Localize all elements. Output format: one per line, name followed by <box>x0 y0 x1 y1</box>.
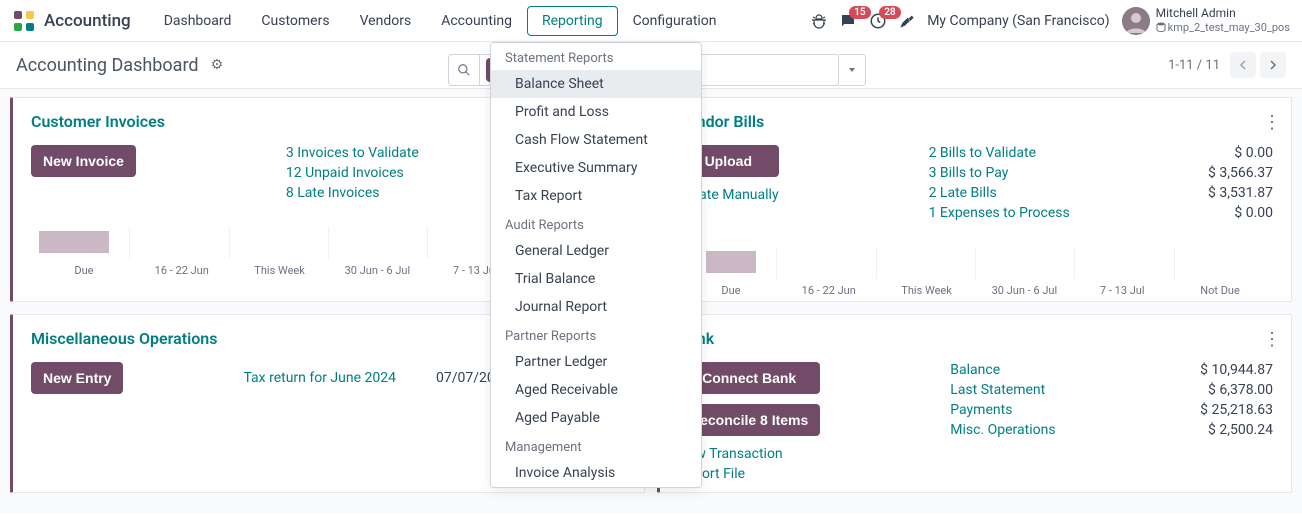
value: $ 0.00 <box>1208 205 1273 221</box>
dd-item-general-ledger[interactable]: General Ledger <box>491 237 701 265</box>
label-balance[interactable]: Balance <box>950 362 1055 378</box>
user-db: kmp_2_test_may_30_pos <box>1156 21 1290 34</box>
link-bills-validate[interactable]: 2 Bills to Validate <box>929 145 1070 161</box>
pager-prev[interactable] <box>1230 52 1256 78</box>
dd-item-exec-summary[interactable]: Executive Summary <box>491 154 701 182</box>
label-last-statement[interactable]: Last Statement <box>950 382 1055 398</box>
link-expenses[interactable]: 1 Expenses to Process <box>929 205 1070 221</box>
messages-badge: 15 <box>849 6 870 19</box>
new-invoice-button[interactable]: New Invoice <box>31 145 136 177</box>
app-name[interactable]: Accounting <box>44 11 131 31</box>
value: $ 2,500.24 <box>1200 422 1273 438</box>
search-icon <box>457 63 471 77</box>
dd-item-balance-sheet[interactable]: Balance Sheet <box>491 70 701 98</box>
value: $ 0.00 <box>1208 145 1273 161</box>
chevron-right-icon <box>1268 60 1278 70</box>
link-unpaid-invoices[interactable]: 12 Unpaid Invoices <box>286 165 419 181</box>
database-icon <box>1156 22 1166 32</box>
dd-item-profit-loss[interactable]: Profit and Loss <box>491 98 701 126</box>
messages-icon[interactable]: 15 <box>839 12 857 30</box>
debug-icon[interactable] <box>811 13 827 29</box>
value: $ 25,218.63 <box>1200 402 1273 418</box>
value: $ 10,944.87 <box>1200 362 1273 378</box>
nav-right: 15 28 My Company (San Francisco) Mitchel… <box>811 7 1290 35</box>
label-payments[interactable]: Payments <box>950 402 1055 418</box>
dd-section-header: Statement Reports <box>491 43 701 70</box>
nav-links: Dashboard Customers Vendors Accounting R… <box>149 6 732 36</box>
link-invoices-validate[interactable]: 3 Invoices to Validate <box>286 145 419 161</box>
top-nav: Accounting Dashboard Customers Vendors A… <box>0 0 1302 42</box>
card-menu-icon[interactable]: ⋮ <box>1263 329 1281 350</box>
activities-badge: 28 <box>879 6 900 19</box>
pager-next[interactable] <box>1260 52 1286 78</box>
user-name: Mitchell Admin <box>1156 7 1290 20</box>
nav-customers[interactable]: Customers <box>246 6 344 36</box>
search-options-toggle[interactable] <box>838 54 866 86</box>
gear-icon[interactable]: ⚙ <box>211 57 224 73</box>
dd-item-tax-report[interactable]: Tax Report <box>491 182 701 210</box>
nav-configuration[interactable]: Configuration <box>618 6 732 36</box>
reporting-dropdown: Statement Reports Balance Sheet Profit a… <box>490 42 702 488</box>
link-bills-pay[interactable]: 3 Bills to Pay <box>929 165 1070 181</box>
chart-bar <box>706 251 756 273</box>
dd-section-header: Partner Reports <box>491 321 701 348</box>
value: $ 3,531.87 <box>1208 185 1273 201</box>
card-bank: Bank ⋮ Connect Bank Reconcile 8 Items Ne… <box>657 314 1292 493</box>
pager-text[interactable]: 1-11 / 11 <box>1168 58 1220 73</box>
nav-reporting[interactable]: Reporting <box>527 6 618 36</box>
caret-down-icon <box>847 65 857 75</box>
value: $ 6,378.00 <box>1200 382 1273 398</box>
card-menu-icon[interactable]: ⋮ <box>1263 112 1281 133</box>
search-button[interactable] <box>448 54 479 86</box>
nav-accounting[interactable]: Accounting <box>426 6 527 36</box>
dd-section-header: Audit Reports <box>491 210 701 237</box>
link-late-invoices[interactable]: 8 Late Invoices <box>286 185 419 201</box>
dd-section-header: Management <box>491 432 701 459</box>
app-logo-icon[interactable] <box>12 9 36 33</box>
chevron-left-icon <box>1238 60 1248 70</box>
nav-dashboard[interactable]: Dashboard <box>149 6 247 36</box>
link-late-bills[interactable]: 2 Late Bills <box>929 185 1070 201</box>
chart-bar <box>39 231 109 253</box>
dd-item-aged-payable[interactable]: Aged Payable <box>491 404 701 432</box>
page-title: Accounting Dashboard <box>16 55 199 76</box>
card-title[interactable]: Bank <box>678 329 1273 348</box>
dd-item-partner-ledger[interactable]: Partner Ledger <box>491 348 701 376</box>
pager: 1-11 / 11 <box>1168 52 1286 78</box>
dd-item-invoice-analysis[interactable]: Invoice Analysis <box>491 459 701 487</box>
tools-icon[interactable] <box>899 13 915 29</box>
mini-chart-bills: Due 16 - 22 Jun This Week 30 Jun - 6 Jul… <box>678 241 1273 291</box>
card-title[interactable]: Vendor Bills <box>678 112 1273 131</box>
card-vendor-bills: Vendor Bills ⋮ Upload Create Manually 2 … <box>657 97 1292 302</box>
user-menu[interactable]: Mitchell Admin kmp_2_test_may_30_pos <box>1122 7 1290 35</box>
dd-item-trial-balance[interactable]: Trial Balance <box>491 265 701 293</box>
dd-item-journal-report[interactable]: Journal Report <box>491 293 701 321</box>
dd-item-aged-receivable[interactable]: Aged Receivable <box>491 376 701 404</box>
nav-vendors[interactable]: Vendors <box>345 6 427 36</box>
avatar-icon <box>1122 7 1150 35</box>
value: $ 3,566.37 <box>1208 165 1273 181</box>
new-entry-button[interactable]: New Entry <box>31 362 123 394</box>
link-tax-return[interactable]: Tax return for June 2024 <box>243 370 396 386</box>
activities-icon[interactable]: 28 <box>869 12 887 30</box>
company-selector[interactable]: My Company (San Francisco) <box>927 13 1109 29</box>
dd-item-cash-flow[interactable]: Cash Flow Statement <box>491 126 701 154</box>
label-misc-ops[interactable]: Misc. Operations <box>950 422 1055 438</box>
